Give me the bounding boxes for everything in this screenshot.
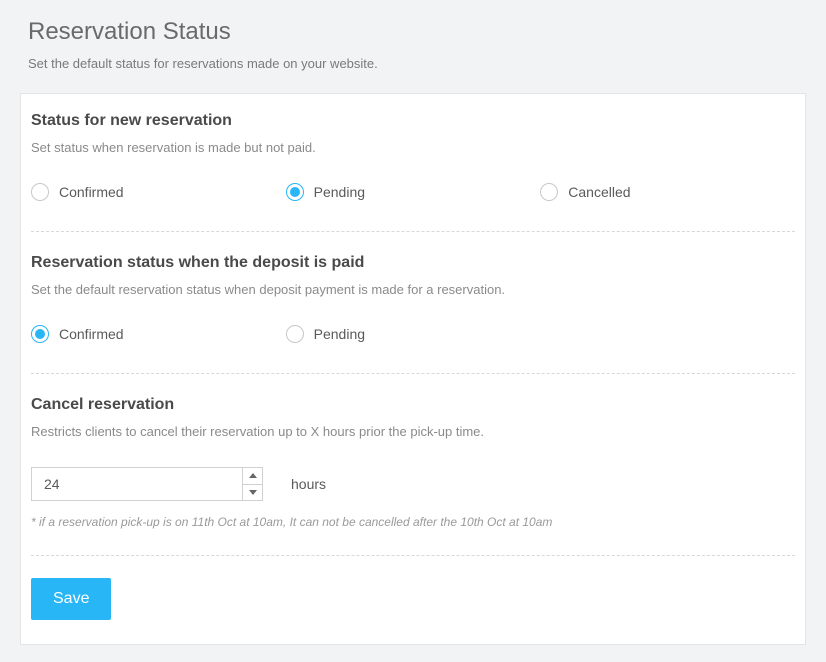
hours-input-row: hours: [31, 467, 795, 501]
radio-icon: [31, 183, 49, 201]
cancel-reservation-section: Cancel reservation Restricts clients to …: [31, 396, 795, 529]
settings-card: Status for new reservation Set status wh…: [20, 93, 806, 645]
section-desc: Restricts clients to cancel their reserv…: [31, 424, 795, 439]
radio-label: Cancelled: [568, 184, 630, 200]
spinner-down-button[interactable]: [243, 485, 262, 501]
section-title: Status for new reservation: [31, 112, 795, 130]
spinner-up-button[interactable]: [243, 468, 262, 485]
new-reservation-section: Status for new reservation Set status wh…: [31, 112, 795, 201]
page-title: Reservation Status: [28, 18, 798, 46]
section-title: Cancel reservation: [31, 396, 795, 414]
radio-pending[interactable]: Pending: [286, 183, 541, 201]
radio-icon: [540, 183, 558, 201]
page-header: Reservation Status Set the default statu…: [0, 0, 826, 93]
radio-icon: [286, 183, 304, 201]
note-text: * if a reservation pick-up is on 11th Oc…: [31, 515, 795, 529]
section-title: Reservation status when the deposit is p…: [31, 254, 795, 272]
radio-label: Pending: [314, 184, 365, 200]
radio-group-deposit-paid: Confirmed Pending: [31, 325, 795, 343]
radio-group-new-reservation: Confirmed Pending Cancelled: [31, 183, 795, 201]
save-button[interactable]: Save: [31, 578, 111, 620]
divider: [31, 231, 795, 232]
divider: [31, 555, 795, 556]
divider: [31, 373, 795, 374]
radio-cancelled[interactable]: Cancelled: [540, 183, 795, 201]
radio-spacer: [540, 325, 795, 343]
hours-input[interactable]: [32, 468, 242, 500]
radio-label: Confirmed: [59, 326, 124, 342]
section-desc: Set status when reservation is made but …: [31, 140, 795, 155]
radio-confirmed[interactable]: Confirmed: [31, 325, 286, 343]
radio-label: Pending: [314, 326, 365, 342]
unit-label: hours: [291, 476, 326, 492]
chevron-down-icon: [249, 490, 257, 495]
radio-label: Confirmed: [59, 184, 124, 200]
page-subtitle: Set the default status for reservations …: [28, 56, 798, 71]
spinner-buttons: [242, 468, 262, 500]
radio-icon: [31, 325, 49, 343]
hours-input-wrapper: [31, 467, 263, 501]
radio-confirmed[interactable]: Confirmed: [31, 183, 286, 201]
radio-icon: [286, 325, 304, 343]
deposit-paid-section: Reservation status when the deposit is p…: [31, 254, 795, 343]
section-desc: Set the default reservation status when …: [31, 282, 795, 297]
radio-pending[interactable]: Pending: [286, 325, 541, 343]
chevron-up-icon: [249, 473, 257, 478]
